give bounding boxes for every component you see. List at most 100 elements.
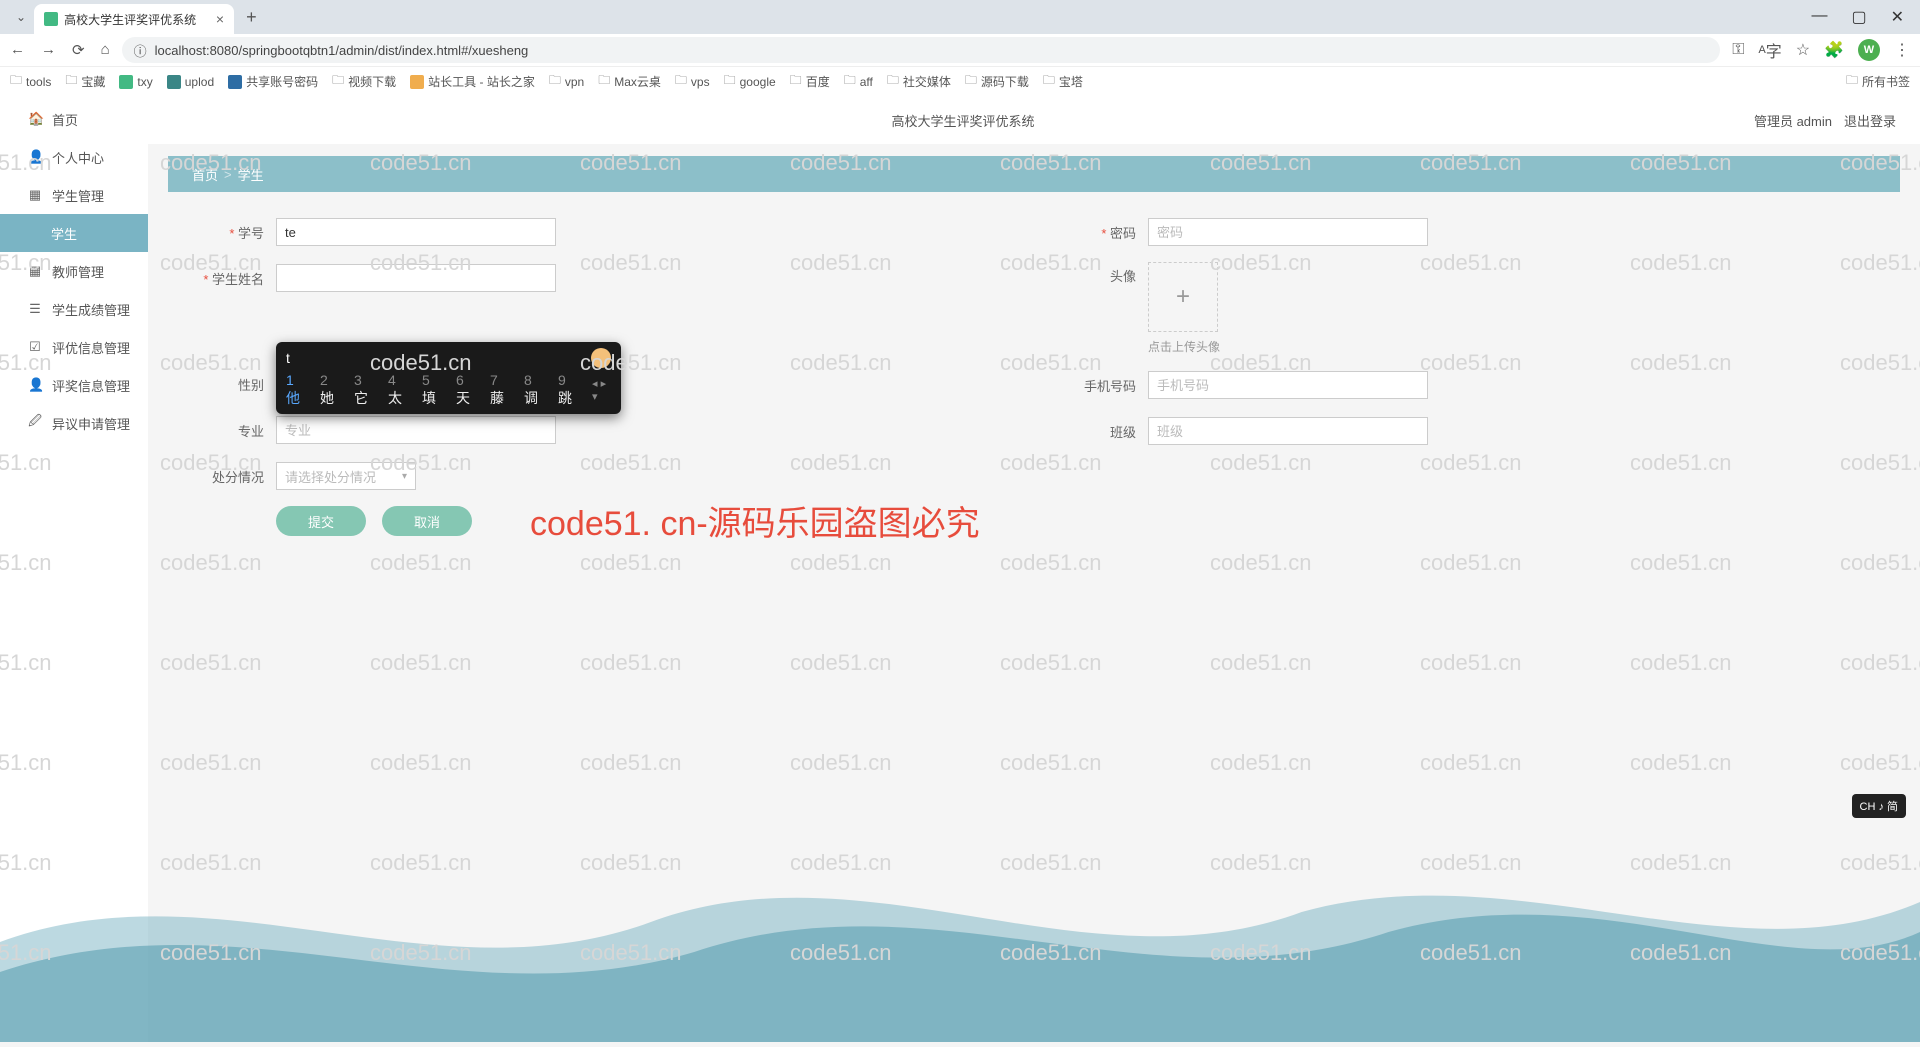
tool-icon [410, 75, 424, 89]
all-bookmarks[interactable]: 🗀所有书签 [1846, 71, 1910, 92]
minimize-icon[interactable]: — [1811, 7, 1827, 27]
punish-select[interactable]: 请选择处分情况▾ [276, 462, 416, 490]
ime-candidate[interactable]: 1他 [286, 372, 306, 408]
breadcrumb-home[interactable]: 首页 [192, 165, 218, 184]
url-input[interactable]: ⓘ localhost:8080/springbootqbtn1/admin/d… [122, 37, 1721, 63]
page-title: 高校大学生评奖评优系统 [172, 111, 1754, 130]
bookmark-item[interactable]: 🗀视频下载 [332, 71, 396, 92]
logout-link[interactable]: 退出登录 [1844, 111, 1896, 130]
tab-dropdown[interactable]: ⌄ [8, 10, 34, 24]
ime-candidate[interactable]: 5填 [422, 372, 442, 408]
bookmark-item[interactable]: uplod [167, 75, 214, 89]
bookmark-item[interactable]: 🗀tools [10, 71, 51, 92]
ime-candidate[interactable]: 6天 [456, 372, 476, 408]
ime-candidate[interactable]: 3它 [354, 372, 374, 408]
url-bar: ← → ⟳ ⌂ ⓘ localhost:8080/springbootqbtn1… [0, 34, 1920, 66]
cancel-button[interactable]: 取消 [382, 506, 472, 536]
folder-icon: 🗀 [549, 71, 561, 92]
ime-candidate[interactable]: 9跳 [558, 372, 578, 408]
extensions-icon[interactable]: 🧩 [1824, 40, 1844, 60]
user-icon: 👤 [28, 149, 42, 165]
site-info-icon[interactable]: ⓘ [134, 41, 147, 60]
key-icon[interactable]: ⚿ [1732, 41, 1744, 59]
folder-icon: 🗀 [65, 71, 77, 92]
browser-tab[interactable]: 高校大学生评奖评优系统 × [34, 4, 234, 34]
ime-indicator[interactable]: CH ♪ 简 [1852, 794, 1907, 818]
folder-icon: 🗀 [10, 71, 22, 92]
sidebar-item-grade-mgmt[interactable]: ☰学生成绩管理 [0, 290, 148, 328]
folder-icon: 🗀 [332, 71, 344, 92]
bookmark-item[interactable]: 🗀百度 [790, 71, 830, 92]
bookmark-item[interactable]: 共享账号密码 [228, 73, 318, 90]
translate-icon[interactable]: ᴬ字 [1758, 38, 1781, 62]
phone-label: 手机号码 [1064, 376, 1136, 395]
breadcrumb-separator: > [224, 167, 232, 182]
upload-icon [167, 75, 181, 89]
folder-icon: 🗀 [887, 71, 899, 92]
chevron-down-icon: ▾ [402, 471, 407, 482]
back-icon[interactable]: ← [10, 41, 25, 59]
bookmark-item[interactable]: 🗀社交媒体 [887, 71, 951, 92]
avatar-upload[interactable]: + [1148, 262, 1218, 332]
bookmark-item[interactable]: 🗀vps [675, 71, 710, 92]
form-right-column: 密码 头像 + 点击上传头像 手机号码 班级 [1064, 216, 1876, 536]
ime-emoji-icon[interactable] [591, 348, 611, 368]
ime-candidate[interactable]: 7藤 [490, 372, 510, 408]
home-icon[interactable]: ⌂ [101, 41, 110, 59]
submit-button[interactable]: 提交 [276, 506, 366, 536]
sidebar: 🏠首页 👤个人中心 ▦学生管理 学生 ▦教师管理 ☰学生成绩管理 ☑评优信息管理… [0, 96, 148, 1042]
bookmark-item[interactable]: 🗀宝塔 [1043, 71, 1083, 92]
password-input[interactable] [1148, 218, 1428, 246]
menu-icon[interactable]: ⋮ [1894, 40, 1910, 60]
forward-icon[interactable]: → [41, 41, 56, 59]
bookmark-item[interactable]: 🗀源码下载 [965, 71, 1029, 92]
phone-input[interactable] [1148, 371, 1428, 399]
password-icon [228, 75, 242, 89]
sidebar-item-student-mgmt[interactable]: ▦学生管理 [0, 176, 148, 214]
main-content: 高校大学生评奖评优系统 管理员 admin 退出登录 首页 > 学生 学号 学生… [148, 96, 1920, 1042]
favicon-icon [44, 12, 58, 26]
sidebar-item-student[interactable]: 学生 [0, 214, 148, 252]
major-label: 专业 [192, 421, 264, 440]
ime-candidate[interactable]: 2她 [320, 372, 340, 408]
window-controls: — ▢ ✕ [1811, 7, 1920, 27]
profile-avatar[interactable]: W [1858, 39, 1880, 61]
sidebar-item-objection-mgmt[interactable]: 🖉异议申请管理 [0, 404, 148, 442]
sidebar-item-excellence-mgmt[interactable]: ☑评优信息管理 [0, 328, 148, 366]
sidebar-item-home[interactable]: 🏠首页 [0, 100, 148, 138]
browser-chrome: ⌄ 高校大学生评奖评优系统 × + — ▢ ✕ ← → ⟳ ⌂ ⓘ localh… [0, 0, 1920, 97]
check-icon: ☑ [28, 339, 42, 355]
bookmark-item[interactable]: txy [119, 75, 152, 89]
ime-candidate[interactable]: 4太 [388, 372, 408, 408]
student-id-input[interactable] [276, 218, 556, 246]
bookmark-item[interactable]: 🗀宝藏 [65, 71, 105, 92]
student-name-label: 学生姓名 [192, 269, 264, 288]
bookmarks-bar: 🗀tools 🗀宝藏 txy uplod 共享账号密码 🗀视频下载 站长工具 -… [0, 66, 1920, 96]
sidebar-item-award-mgmt[interactable]: 👤评奖信息管理 [0, 366, 148, 404]
close-window-icon[interactable]: ✕ [1891, 7, 1904, 27]
class-input[interactable] [1148, 417, 1428, 445]
star-icon[interactable]: ☆ [1796, 40, 1810, 60]
cloud-icon [119, 75, 133, 89]
new-tab-button[interactable]: + [240, 7, 263, 28]
edit-icon: 🖉 [28, 412, 42, 434]
maximize-icon[interactable]: ▢ [1851, 7, 1866, 27]
major-input[interactable] [276, 416, 556, 444]
bookmark-item[interactable]: 🗀vpn [549, 71, 584, 92]
breadcrumb: 首页 > 学生 [168, 156, 1900, 192]
sidebar-item-profile[interactable]: 👤个人中心 [0, 138, 148, 176]
folder-icon: 🗀 [1043, 71, 1055, 92]
tab-bar: ⌄ 高校大学生评奖评优系统 × + — ▢ ✕ [0, 0, 1920, 34]
reload-icon[interactable]: ⟳ [72, 41, 85, 59]
bookmark-item[interactable]: 🗀google [724, 71, 776, 92]
folder-icon: 🗀 [790, 71, 802, 92]
bookmark-item[interactable]: 站长工具 - 站长之家 [410, 73, 535, 90]
bookmark-item[interactable]: 🗀Max云桌 [598, 71, 661, 92]
bookmark-item[interactable]: 🗀aff [844, 71, 873, 92]
punish-label: 处分情况 [192, 467, 264, 486]
sidebar-item-teacher-mgmt[interactable]: ▦教师管理 [0, 252, 148, 290]
student-name-input[interactable] [276, 264, 556, 292]
ime-candidate[interactable]: 8调 [524, 372, 544, 408]
close-icon[interactable]: × [216, 11, 224, 27]
ime-paging[interactable]: ◂ ▸ ▾ [592, 377, 611, 403]
